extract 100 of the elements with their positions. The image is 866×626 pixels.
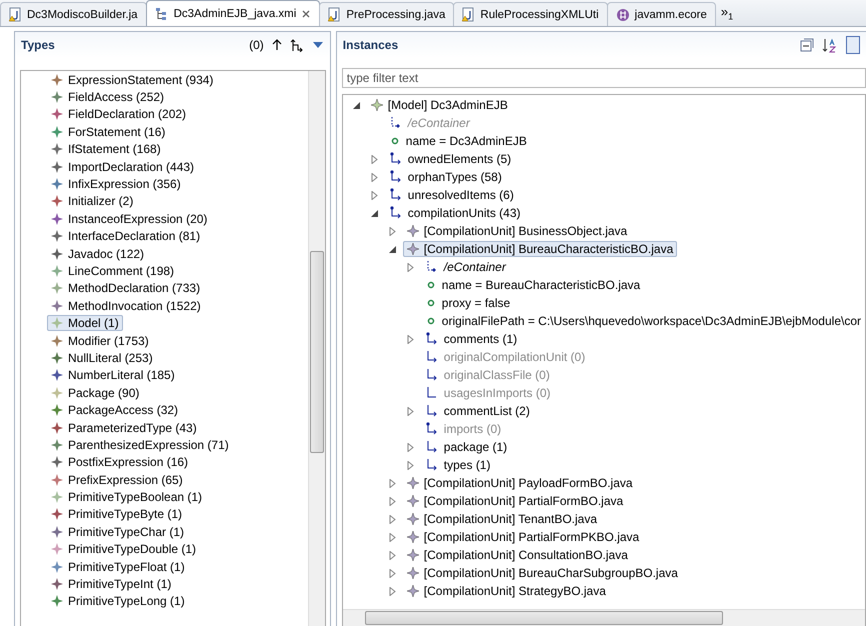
type-list-item[interactable]: FieldAccess (252) <box>47 89 168 106</box>
tree-node[interactable]: [CompilationUnit] PartialFormPKBO.java <box>402 529 644 545</box>
collapse-triangle-icon[interactable] <box>370 208 380 218</box>
reference-arrow-icon <box>424 440 439 454</box>
expand-triangle-icon[interactable] <box>406 334 416 344</box>
type-list-item[interactable]: LineComment (198) <box>47 262 178 279</box>
star-icon <box>406 549 419 561</box>
tree-node[interactable]: package (1) <box>420 439 512 455</box>
vertical-scrollbar[interactable] <box>308 71 325 626</box>
type-list-item[interactable]: Package (90) <box>47 384 144 401</box>
expand-triangle-icon[interactable] <box>388 550 398 560</box>
type-list-item[interactable]: PrimitiveTypeDouble (1) <box>47 541 200 558</box>
tree-node[interactable]: [CompilationUnit] BusinessObject.java <box>402 223 632 239</box>
type-list-item[interactable]: Initializer (2) <box>47 193 138 210</box>
type-list-item[interactable]: NumberLiteral (185) <box>47 367 179 384</box>
type-list-item[interactable]: ParameterizedType (43) <box>47 420 201 436</box>
tree-node[interactable]: [CompilationUnit] TenantBO.java <box>402 511 601 527</box>
model-star-icon <box>370 99 383 111</box>
close-icon[interactable] <box>301 8 312 18</box>
expand-triangle-icon[interactable] <box>388 568 398 578</box>
hierarchy-arrows-icon[interactable] <box>290 38 304 52</box>
type-list-item[interactable]: MethodInvocation (1522) <box>47 298 205 314</box>
sort-alphabetical-icon[interactable] <box>822 37 838 53</box>
tree-node[interactable]: [CompilationUnit] BureauCharSubgroupBO.java <box>402 565 682 581</box>
tree-node[interactable]: commentList (2) <box>420 403 534 419</box>
count-label: (0) <box>249 38 264 52</box>
type-list-item[interactable]: FieldDeclaration (202) <box>47 106 190 122</box>
tree-node[interactable]: [CompilationUnit] StrategyBO.java <box>402 583 610 599</box>
type-list-item[interactable]: PackageAccess (32) <box>47 402 182 418</box>
expand-triangle-icon[interactable] <box>388 226 398 236</box>
expand-triangle-icon[interactable] <box>388 514 398 524</box>
expand-triangle-icon[interactable] <box>406 262 416 272</box>
tree-node[interactable]: [Model] Dc3AdminEJB <box>366 97 512 113</box>
editor-tab[interactable]: PreProcessing.java <box>319 2 454 26</box>
type-list-item[interactable]: InstanceofExpression (20) <box>47 210 212 227</box>
tree-node[interactable]: [CompilationUnit] PartialFormBO.java <box>402 493 628 509</box>
type-list-item[interactable]: PrimitiveTypeByte (1) <box>47 506 186 522</box>
editor-tab[interactable]: Dc3ModiscoBuilder.ja <box>0 2 147 26</box>
reference-icon <box>424 386 439 400</box>
toggle-button[interactable] <box>846 36 860 54</box>
panel-title: Types <box>21 38 55 52</box>
up-arrow-icon[interactable] <box>272 39 282 51</box>
star-icon <box>406 495 419 507</box>
type-list-item[interactable]: PrefixExpression (65) <box>47 472 187 488</box>
editor-tab[interactable]: javamm.ecore <box>606 2 716 26</box>
type-list-item[interactable]: PrimitiveTypeLong (1) <box>47 593 189 610</box>
tree-node[interactable]: compilationUnits (43) <box>384 205 525 221</box>
tree-node[interactable]: originalFilePath = C:\Users\hquevedo\workspace\Dc3AdminEJB\ejbModule\cor <box>420 313 865 329</box>
type-list-item[interactable]: ForStatement (16) <box>47 124 170 140</box>
tree-node[interactable]: [CompilationUnit] PayloadFormBO.java <box>402 475 637 491</box>
collapse-triangle-icon[interactable] <box>352 100 362 110</box>
collapse-all-icon[interactable] <box>800 38 814 52</box>
derived-reference-icon <box>388 116 403 130</box>
expand-triangle-icon[interactable] <box>370 154 380 164</box>
editor-tab[interactable]: Dc3AdminEJB_java.xmi <box>146 0 320 26</box>
expand-triangle-icon[interactable] <box>406 406 416 416</box>
type-list-item[interactable]: PrimitiveTypeBoolean (1) <box>47 489 206 506</box>
type-list-item[interactable]: NullLiteral (253) <box>47 350 157 366</box>
tree-node[interactable]: proxy = false <box>420 295 514 311</box>
ecore-file-icon <box>616 8 630 22</box>
containment-arrow-icon <box>388 188 403 202</box>
tree-node[interactable]: types (1) <box>420 457 494 473</box>
editor-tab[interactable]: RuleProcessingXMLUti <box>453 2 608 26</box>
tree-node[interactable]: /eContainer <box>420 259 510 275</box>
collapse-triangle-icon[interactable] <box>388 244 398 254</box>
type-list-item[interactable]: InterfaceDeclaration (81) <box>47 228 204 244</box>
expand-triangle-icon[interactable] <box>388 496 398 506</box>
type-list-item[interactable]: Modifier (1753) <box>47 332 153 349</box>
type-list-item[interactable]: Javadoc (122) <box>47 246 148 262</box>
dropdown-triangle-icon[interactable] <box>312 41 324 49</box>
type-list-item[interactable]: InfixExpression (356) <box>47 176 185 192</box>
expand-triangle-icon[interactable] <box>406 442 416 452</box>
type-list-item[interactable]: PrimitiveTypeInt (1) <box>47 576 176 592</box>
tree-node[interactable]: ownedElements (5) <box>384 151 516 167</box>
filter-field[interactable]: type filter text <box>342 68 866 88</box>
expand-triangle-icon[interactable] <box>388 586 398 596</box>
tree-node[interactable]: [CompilationUnit] BureauCharacteristicBO.java <box>402 241 678 257</box>
type-list-item[interactable]: PrimitiveTypeFloat (1) <box>47 558 189 575</box>
horizontal-scrollbar[interactable] <box>342 609 865 626</box>
tree-node[interactable]: unresolvedItems (6) <box>384 187 518 203</box>
tab-overflow-indicator[interactable]: »$_{1}$ <box>714 4 740 22</box>
expand-triangle-icon[interactable] <box>370 172 380 182</box>
type-list-item[interactable]: IfStatement (168) <box>47 141 165 158</box>
type-list-item[interactable]: ExpressionStatement (934) <box>47 72 218 88</box>
type-list-item[interactable]: ImportDeclaration (443) <box>47 158 198 175</box>
expand-triangle-icon[interactable] <box>388 478 398 488</box>
type-list-item[interactable]: ParenthesizedExpression (71) <box>47 436 233 453</box>
type-list-item[interactable]: Model (1) <box>47 315 123 332</box>
expand-triangle-icon[interactable] <box>406 460 416 470</box>
tree-node[interactable]: name = Dc3AdminEJB <box>384 133 531 149</box>
tree-node[interactable]: [CompilationUnit] ConsultationBO.java <box>402 547 632 563</box>
type-list-item[interactable]: PrimitiveTypeChar (1) <box>47 524 188 540</box>
expand-triangle-icon[interactable] <box>388 532 398 542</box>
tree-node[interactable]: orphanTypes (58) <box>384 169 506 185</box>
type-list-item[interactable]: PostfixExpression (16) <box>47 454 192 470</box>
star-icon <box>406 531 419 543</box>
tree-node[interactable]: name = BureauCharacteristicBO.java <box>420 277 644 293</box>
type-list-item[interactable]: MethodDeclaration (733) <box>47 280 204 296</box>
tree-node[interactable]: comments (1) <box>420 331 522 347</box>
expand-triangle-icon[interactable] <box>370 190 380 200</box>
